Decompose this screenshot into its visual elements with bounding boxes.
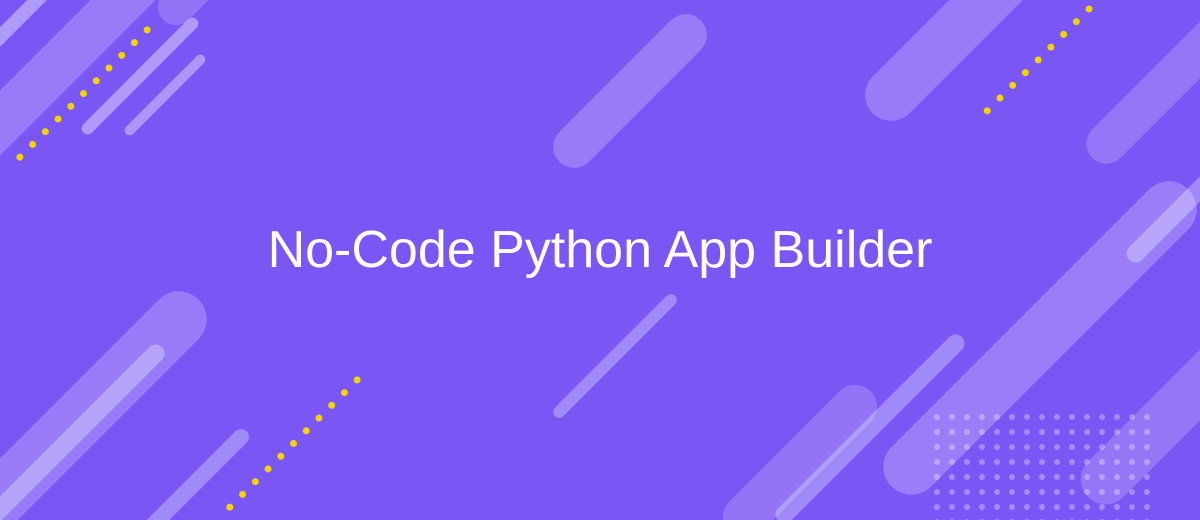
hero-title: No-Code Python App Builder bbox=[250, 218, 950, 283]
decorative-dot-grid bbox=[934, 414, 1150, 520]
decorative-stripe bbox=[0, 341, 168, 520]
decorative-stripe bbox=[1078, 0, 1200, 172]
decorative-stripe bbox=[544, 5, 715, 176]
hero-banner: No-Code Python App Builder bbox=[0, 0, 1200, 520]
decorative-stripe bbox=[551, 292, 680, 421]
decorative-stripe bbox=[123, 53, 208, 138]
decorative-stripe bbox=[854, 0, 1145, 132]
